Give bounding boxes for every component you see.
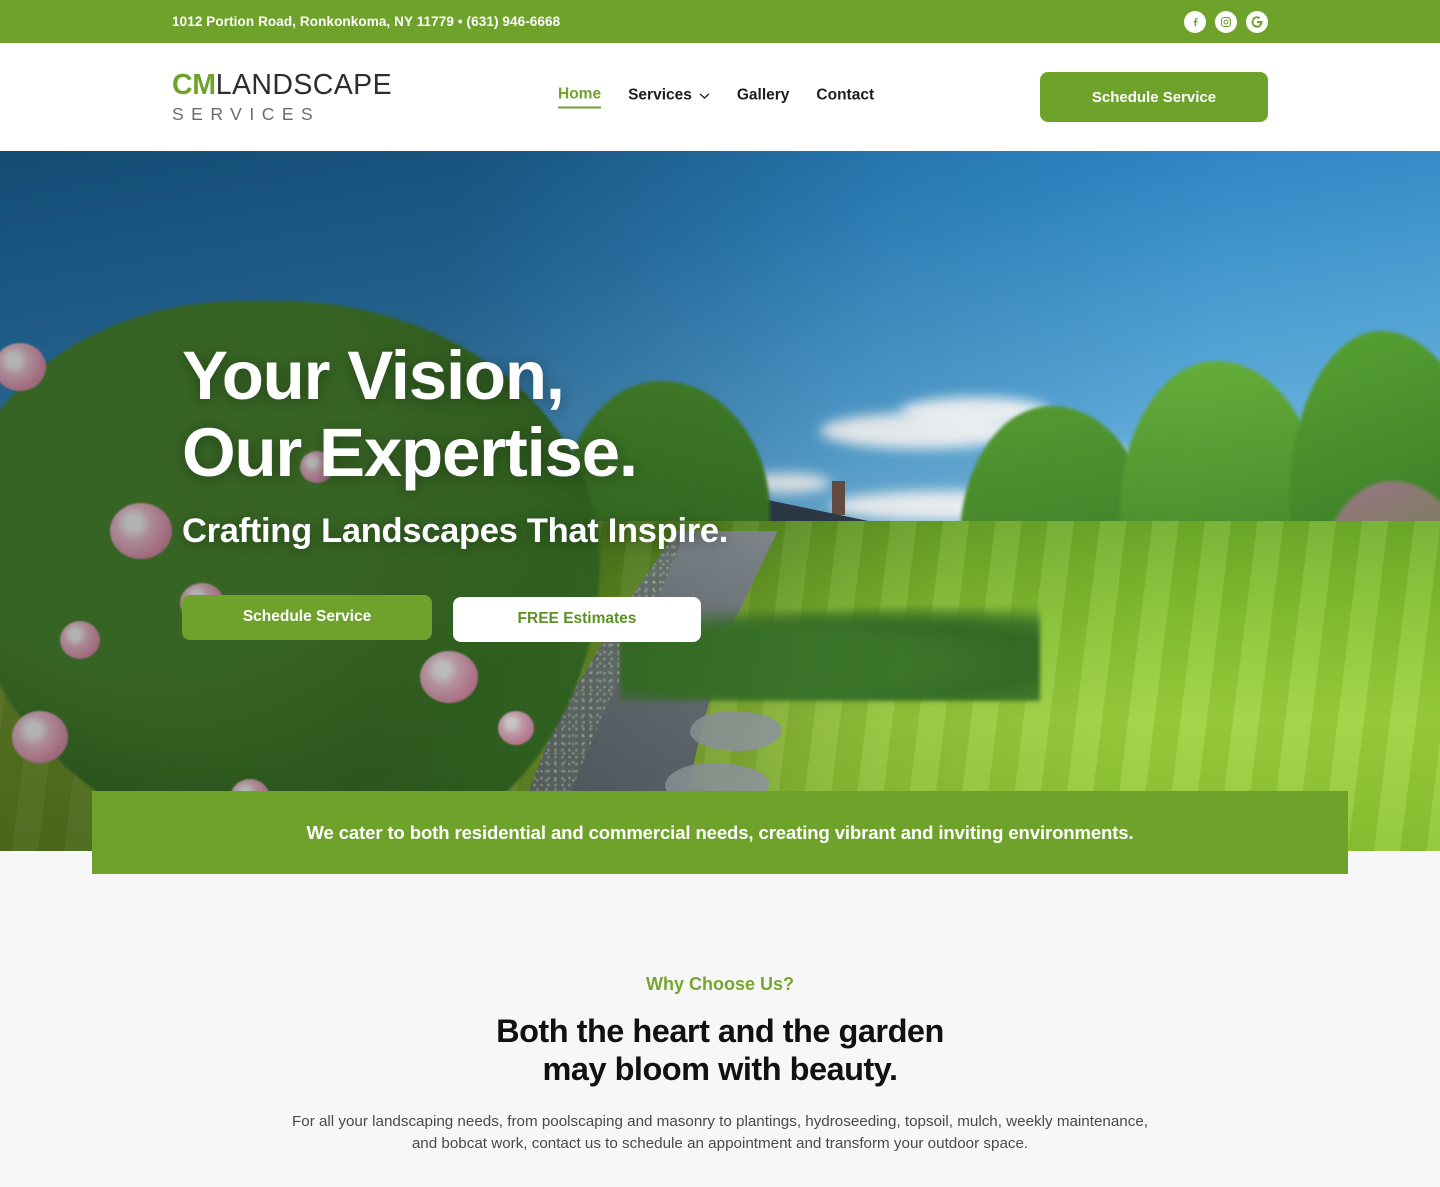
nav-item-gallery[interactable]: Gallery [737,87,790,108]
logo-wordmark: CMLANDSCAPE [172,68,392,101]
nav-item-services[interactable]: Services [628,87,710,108]
promo-banner: We cater to both residential and commerc… [92,791,1348,874]
hero-content: Your Vision, Our Expertise. Crafting Lan… [182,337,728,642]
section-heading: Both the heart and the garden may bloom … [0,1012,1440,1089]
hero-section: Your Vision, Our Expertise. Crafting Lan… [0,151,1440,851]
why-choose-us-section: Why Choose Us? Both the heart and the ga… [0,851,1440,1187]
nav-item-home[interactable]: Home [558,85,602,109]
nav-item-contact[interactable]: Contact [816,87,874,108]
site-header: CMLANDSCAPE SERVICES Home Services Galle… [0,43,1440,151]
promo-banner-text: We cater to both residential and commerc… [306,821,1134,843]
logo-mark: CM [172,68,216,101]
hero-heading: Your Vision, Our Expertise. [182,337,728,492]
hero-button-group: Schedule Service FREE Estimates [182,594,728,642]
section-paragraph: For all your landscaping needs, from poo… [245,1111,1195,1157]
section-paragraph-line-2: and bobcat work, contact us to schedule … [411,1135,1029,1153]
nav-label-contact: Contact [816,86,875,104]
top-contact-bar: 1012 Portion Road, Ronkonkoma, NY 11779 … [0,0,1440,43]
section-eyebrow: Why Choose Us? [645,974,794,994]
social-links [1184,10,1268,33]
instagram-icon[interactable] [1215,10,1237,33]
hero-subheading: Crafting Landscapes That Inspire. [182,511,729,550]
header-schedule-service-button[interactable]: Schedule Service [1040,72,1268,122]
nav-label-home: Home [558,85,602,103]
logo-word: LANDSCAPE [215,68,392,101]
main-navigation: Home Services Gallery Contact [558,86,874,109]
section-heading-line-2: may bloom with beauty. [542,1051,898,1088]
logo-subtitle: SERVICES [172,104,321,124]
logo[interactable]: CMLANDSCAPE SERVICES [172,68,392,124]
nav-label-services: Services [628,86,692,104]
facebook-icon[interactable] [1184,10,1206,33]
google-icon[interactable] [1246,10,1268,33]
section-paragraph-line-1: For all your landscaping needs, from poo… [291,1112,1149,1130]
chevron-down-icon [699,92,710,99]
contact-info: 1012 Portion Road, Ronkonkoma, NY 11779 … [172,14,561,29]
nav-label-gallery: Gallery [736,86,790,104]
hero-schedule-service-button[interactable]: Schedule Service [182,594,432,640]
hero-heading-line-1: Your Vision, [182,337,565,414]
hero-free-estimates-button[interactable]: FREE Estimates [453,596,701,642]
hero-heading-line-2: Our Expertise. [182,414,638,492]
section-heading-line-1: Both the heart and the garden [496,1013,944,1049]
